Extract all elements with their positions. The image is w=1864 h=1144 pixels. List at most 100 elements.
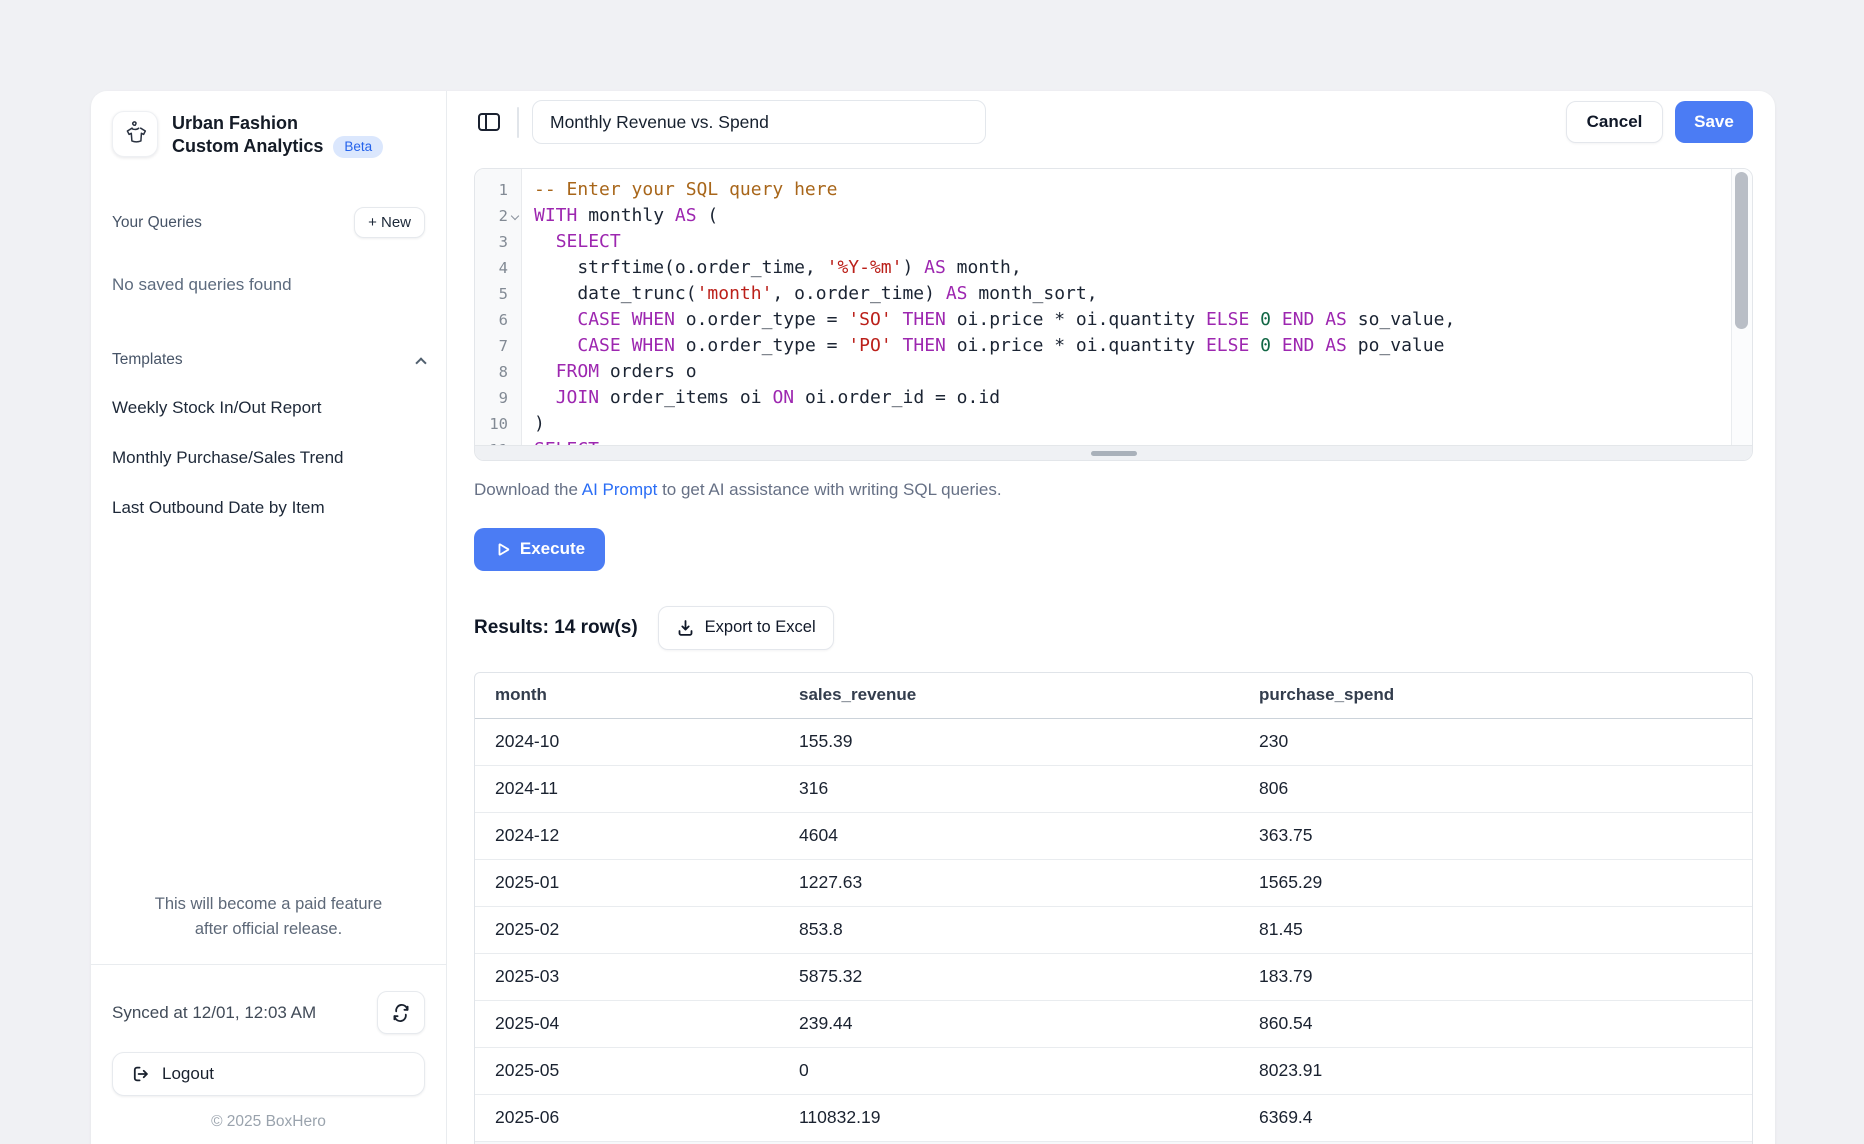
table-cell: 6369.4 (1239, 1095, 1752, 1141)
table-row: 2025-0508023.91 (475, 1048, 1752, 1095)
main-panel: Cancel Save 1234567891011 -- Enter your … (447, 91, 1775, 1144)
table-cell: 8023.91 (1239, 1048, 1752, 1094)
code-line: -- Enter your SQL query here (534, 177, 1731, 203)
line-number: 7 (475, 333, 508, 359)
line-number: 8 (475, 359, 508, 385)
beta-badge: Beta (333, 136, 383, 158)
table-cell: 2024-10 (475, 719, 779, 765)
line-number: 6 (475, 307, 508, 333)
code-line: SELECT (534, 229, 1731, 255)
export-excel-button[interactable]: Export to Excel (658, 606, 834, 650)
code-line: CASE WHEN o.order_type = 'PO' THEN oi.pr… (534, 333, 1731, 359)
table-cell: 155.39 (779, 719, 1239, 765)
chevron-up-icon[interactable] (415, 357, 426, 368)
results-summary: Results: 14 row(s) (474, 617, 638, 639)
table-cell: 239.44 (779, 1001, 1239, 1047)
table-row: 2025-04239.44860.54 (475, 1001, 1752, 1048)
sidebar: Urban Fashion Custom Analytics Beta Your… (91, 91, 447, 1144)
table-cell: 2025-04 (475, 1001, 779, 1047)
line-number: 10 (475, 411, 508, 437)
table-body: 2024-10155.392302024-113168062024-124604… (475, 719, 1752, 1142)
sql-editor[interactable]: 1234567891011 -- Enter your SQL query he… (474, 168, 1753, 461)
table-cell: 363.75 (1239, 813, 1752, 859)
table-row: 2024-11316806 (475, 766, 1752, 813)
line-number: 1 (475, 177, 508, 203)
templates-header: Templates (112, 351, 183, 369)
scrollbar-thumb[interactable] (1735, 172, 1748, 329)
table-row: 2024-124604363.75 (475, 813, 1752, 860)
templates-list: Weekly Stock In/Out Report Monthly Purcha… (112, 369, 425, 519)
tshirt-logo-icon (112, 111, 158, 157)
table-cell: 230 (1239, 719, 1752, 765)
sidebar-divider (91, 964, 446, 965)
table-row: 2025-02853.881.45 (475, 907, 1752, 954)
panel-toggle-button[interactable] (474, 107, 504, 137)
download-icon (676, 618, 695, 637)
empty-queries-message: No saved queries found (112, 275, 425, 295)
table-cell: 1565.29 (1239, 860, 1752, 906)
code-line: SELECT (534, 437, 1731, 445)
table-cell: 0 (779, 1048, 1239, 1094)
query-title-input[interactable] (532, 100, 986, 144)
line-number: 9 (475, 385, 508, 411)
column-header: month (475, 673, 779, 718)
table-cell: 81.45 (1239, 907, 1752, 953)
editor-scrollbar[interactable] (1731, 169, 1752, 445)
save-button[interactable]: Save (1675, 101, 1753, 143)
code-line: WITH monthly AS ( (534, 203, 1731, 229)
execute-button[interactable]: Execute (474, 528, 605, 571)
table-cell: 316 (779, 766, 1239, 812)
table-cell: 2024-12 (475, 813, 779, 859)
brand-line-1: Urban Fashion (172, 112, 383, 135)
ai-prompt-link[interactable]: AI Prompt (582, 480, 658, 499)
editor-gutter: 1234567891011 (475, 169, 522, 445)
table-cell: 2025-03 (475, 954, 779, 1000)
template-item[interactable]: Monthly Purchase/Sales Trend (112, 447, 425, 469)
logout-icon (130, 1064, 150, 1084)
column-header: sales_revenue (779, 673, 1239, 718)
table-cell: 806 (1239, 766, 1752, 812)
cancel-button[interactable]: Cancel (1566, 101, 1663, 143)
table-row: 2024-10155.39230 (475, 719, 1752, 766)
table-cell: 4604 (779, 813, 1239, 859)
refresh-button[interactable] (377, 991, 425, 1034)
line-number: 11 (475, 437, 508, 445)
panel-toggle-icon (477, 111, 501, 133)
table-row: 2025-011227.631565.29 (475, 860, 1752, 907)
queries-header: Your Queries (112, 214, 202, 232)
table-cell: 5875.32 (779, 954, 1239, 1000)
line-number: 4 (475, 255, 508, 281)
line-number: 2 (475, 203, 508, 229)
chevron-down-icon[interactable] (510, 212, 518, 220)
line-number: 3 (475, 229, 508, 255)
editor-code[interactable]: -- Enter your SQL query hereWITH monthly… (522, 169, 1731, 445)
table-cell: 183.79 (1239, 954, 1752, 1000)
code-line: date_trunc('month', o.order_time) AS mon… (534, 281, 1731, 307)
table-row: 2025-035875.32183.79 (475, 954, 1752, 1001)
results-table: monthsales_revenuepurchase_spend 2024-10… (474, 672, 1753, 1144)
code-line: ) (534, 411, 1731, 437)
template-item[interactable]: Weekly Stock In/Out Report (112, 397, 425, 419)
template-item[interactable]: Last Outbound Date by Item (112, 497, 425, 519)
ai-prompt-note: Download the AI Prompt to get AI assista… (474, 478, 1753, 502)
table-cell: 2025-01 (475, 860, 779, 906)
table-cell: 853.8 (779, 907, 1239, 953)
table-cell: 110832.19 (779, 1095, 1239, 1141)
header-divider (517, 107, 519, 138)
app-card: Urban Fashion Custom Analytics Beta Your… (91, 91, 1775, 1144)
table-cell: 2025-02 (475, 907, 779, 953)
logout-button[interactable]: Logout (112, 1052, 425, 1096)
logout-label: Logout (162, 1064, 214, 1084)
editor-resize-bar (475, 445, 1752, 461)
resize-handle[interactable] (1091, 451, 1137, 456)
table-cell: 2024-11 (475, 766, 779, 812)
brand-line-2: Custom Analytics (172, 135, 323, 158)
table-cell: 860.54 (1239, 1001, 1752, 1047)
code-line: strftime(o.order_time, '%Y-%m') AS month… (534, 255, 1731, 281)
column-header: purchase_spend (1239, 673, 1752, 718)
templates-header-row[interactable]: Templates (112, 351, 425, 369)
paid-feature-note: This will become a paid feature after of… (112, 892, 425, 942)
new-query-button[interactable]: + New (354, 207, 425, 238)
play-icon (494, 541, 511, 558)
brand-title: Urban Fashion Custom Analytics Beta (172, 111, 383, 158)
